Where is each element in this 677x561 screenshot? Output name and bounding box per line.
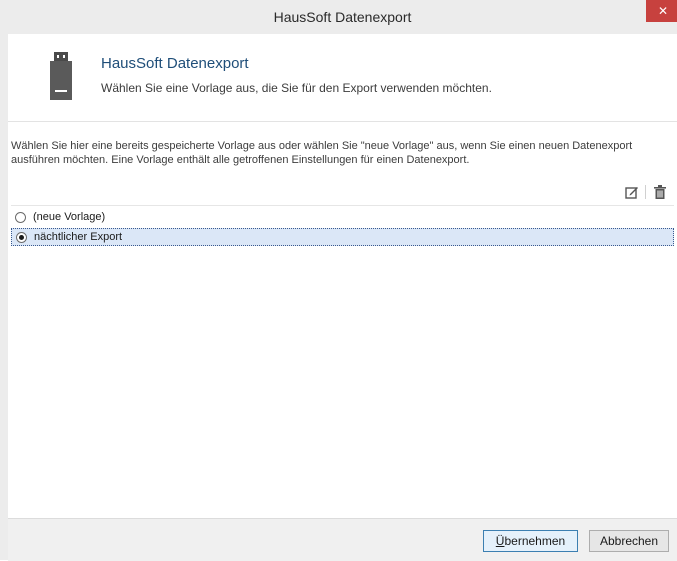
cancel-button[interactable]: Abbrechen <box>589 530 669 552</box>
template-item-label: nächtlicher Export <box>34 231 123 243</box>
apply-label: bernehmen <box>504 534 566 548</box>
radio-button[interactable] <box>15 211 26 223</box>
dialog-header: HausSoft Datenexport Wählen Sie eine Vor… <box>8 34 677 114</box>
template-item-label: (neue Vorlage) <box>33 211 106 223</box>
close-button[interactable]: ✕ <box>646 0 677 22</box>
window-title: HausSoft Datenexport <box>273 9 412 25</box>
apply-button[interactable]: Übernehmen <box>483 530 578 552</box>
dialog-window: HausSoft Datenexport ✕ HausSoft Datenexp… <box>0 0 677 561</box>
header-subtitle: Wählen Sie eine Vorlage aus, die Sie für… <box>101 81 492 95</box>
edit-icon[interactable] <box>624 185 639 200</box>
header-separator <box>8 121 677 122</box>
close-icon: ✕ <box>657 4 669 18</box>
template-toolbar <box>624 183 667 201</box>
title-bar[interactable]: HausSoft Datenexport <box>8 0 677 34</box>
usb-drive-icon <box>50 52 72 100</box>
trash-icon[interactable] <box>652 185 667 200</box>
instructions-text: Wählen Sie hier eine bereits gespeichert… <box>11 140 633 166</box>
radio-dot-icon <box>19 234 24 240</box>
toolbar-divider <box>645 185 646 199</box>
cancel-label: Abbrechen <box>599 534 659 548</box>
radio-button-selected[interactable] <box>16 231 27 243</box>
dialog-footer: Übernehmen Abbrechen <box>8 518 677 561</box>
template-item-new[interactable]: (neue Vorlage) <box>11 208 674 226</box>
template-item-nightly-export[interactable]: nächtlicher Export <box>11 228 674 246</box>
header-title: HausSoft Datenexport <box>101 55 249 72</box>
template-list[interactable]: (neue Vorlage) nächtlicher Export <box>11 205 674 518</box>
apply-mnemonic: Ü <box>495 534 505 548</box>
